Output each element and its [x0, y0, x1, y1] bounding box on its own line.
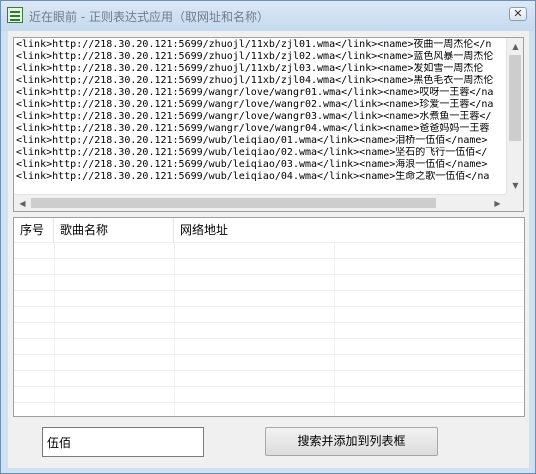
- scroll-corner: [506, 194, 523, 211]
- vertical-scroll-thumb[interactable]: [509, 55, 521, 141]
- scroll-up-icon[interactable]: ▲: [507, 38, 524, 55]
- vertical-scrollbar[interactable]: ▲ ▼: [506, 38, 523, 194]
- results-listview[interactable]: 序号 歌曲名称 网络地址: [13, 217, 525, 417]
- grid-row-line: [14, 370, 524, 371]
- source-line: <link>http://218.30.20.121:5699/zhuojl/1…: [16, 75, 494, 86]
- grid-row-line: [14, 322, 524, 323]
- horizontal-scroll-thumb[interactable]: [31, 198, 436, 208]
- source-line: <link>http://218.30.20.121:5699/wangr/lo…: [16, 87, 494, 98]
- grid-app-icon: [7, 7, 23, 23]
- column-header-index[interactable]: 序号: [14, 218, 54, 242]
- source-line: <link>http://218.30.20.121:5699/wangr/lo…: [16, 99, 494, 110]
- source-text-content[interactable]: <link>http://218.30.20.121:5699/zhuojl/1…: [16, 39, 504, 193]
- column-header-url[interactable]: 网络地址: [174, 218, 334, 242]
- source-line: <link>http://218.30.20.121:5699/wub/leiq…: [16, 147, 488, 158]
- source-line: <link>http://218.30.20.121:5699/zhuojl/1…: [16, 63, 484, 74]
- grid-row-line: [14, 338, 524, 339]
- source-line: <link>http://218.30.20.121:5699/zhuojl/1…: [16, 51, 494, 62]
- source-line: <link>http://218.30.20.121:5699/wub/leiq…: [16, 135, 488, 146]
- title-bar[interactable]: 近在眼前 - 正则表达式应用（取网址和名称） ✕: [1, 1, 535, 31]
- column-header-song-name[interactable]: 歌曲名称: [54, 218, 174, 242]
- keyword-input[interactable]: [42, 427, 204, 457]
- source-line: <link>http://218.30.20.121:5699/wangr/lo…: [16, 123, 490, 134]
- source-line: <link>http://218.30.20.121:5699/wub/leiq…: [16, 159, 488, 170]
- grid-row-line: [14, 258, 524, 259]
- scroll-left-icon[interactable]: ◀: [14, 195, 31, 212]
- listview-header: 序号 歌曲名称 网络地址: [14, 218, 524, 242]
- grid-column-line: [334, 242, 335, 416]
- grid-row-line: [14, 290, 524, 291]
- grid-column-line: [174, 242, 175, 416]
- grid-row-line: [14, 402, 524, 403]
- client-area: <link>http://218.30.20.121:5699/zhuojl/1…: [8, 31, 529, 468]
- grid-column-line: [54, 242, 55, 416]
- grid-row-line: [14, 274, 524, 275]
- app-window: 近在眼前 - 正则表达式应用（取网址和名称） ✕ <link>http://21…: [0, 0, 536, 474]
- source-line: <link>http://218.30.20.121:5699/wub/leiq…: [16, 171, 490, 182]
- window-title: 近在眼前 - 正则表达式应用（取网址和名称）: [29, 10, 269, 24]
- source-line: <link>http://218.30.20.121:5699/zhuojl/1…: [16, 39, 492, 50]
- scroll-down-icon[interactable]: ▼: [507, 177, 524, 194]
- source-textarea[interactable]: <link>http://218.30.20.121:5699/zhuojl/1…: [13, 37, 524, 212]
- grid-row-line: [14, 354, 524, 355]
- close-icon[interactable]: ✕: [509, 7, 527, 21]
- scroll-right-icon[interactable]: ▶: [489, 195, 506, 212]
- horizontal-scrollbar[interactable]: ◀ ▶: [14, 194, 506, 211]
- grid-row-line: [14, 306, 524, 307]
- search-add-button[interactable]: 搜索并添加到列表框: [265, 427, 438, 456]
- source-line: <link>http://218.30.20.121:5699/wangr/lo…: [16, 111, 492, 122]
- grid-row-line: [14, 242, 524, 243]
- grid-row-line: [14, 386, 524, 387]
